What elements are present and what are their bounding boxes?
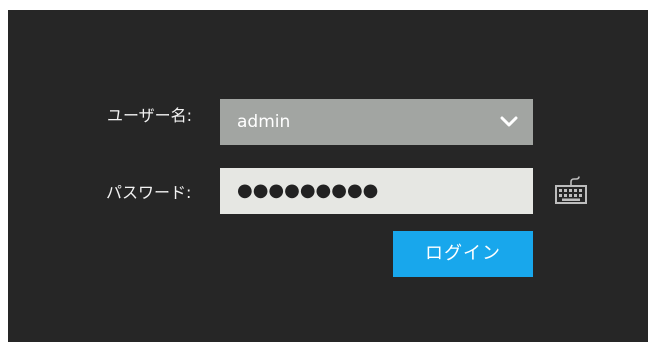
chevron-down-icon[interactable]: [500, 115, 518, 129]
keyboard-icon[interactable]: [554, 176, 588, 204]
password-label: パスワード:: [106, 183, 192, 202]
login-screen: ユーザー名: admin パスワード: ●●●●●●●●● ログイン: [8, 10, 648, 342]
username-value: admin: [237, 112, 291, 132]
login-button[interactable]: ログイン: [393, 231, 533, 277]
password-field[interactable]: ●●●●●●●●●: [220, 168, 533, 214]
username-select[interactable]: admin: [220, 99, 533, 145]
password-masked-value: ●●●●●●●●●: [237, 180, 379, 201]
username-label: ユーザー名:: [107, 106, 193, 125]
